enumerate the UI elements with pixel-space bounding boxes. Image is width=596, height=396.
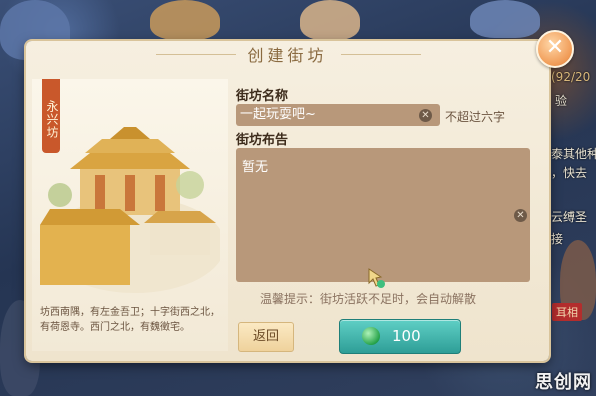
close-button[interactable]: ✕ — [536, 30, 574, 68]
create-neighborhood-dialog: 创建街坊 永兴坊 坊西南隅，有左金吾卫；十字街西之北，有荷恩寺。西门之北，有魏徵… — [26, 41, 549, 361]
background-badge: 耳相 — [552, 303, 582, 321]
dialog-title: 创建街坊 — [247, 46, 328, 65]
clear-icon[interactable]: ✕ — [514, 209, 527, 222]
neighborhood-name-input[interactable]: 一起玩耍吧~ — [236, 104, 440, 126]
background-text: ，快去 — [551, 166, 588, 180]
background-character — [470, 0, 540, 38]
name-length-hint: 不超过六字 — [445, 110, 506, 124]
background-text: 验 — [555, 94, 568, 108]
name-label: 街坊名称 — [236, 89, 289, 104]
background-character — [150, 0, 220, 40]
warm-tip: 温馨提示：街坊活跃不足时，会自动解散 — [260, 292, 477, 306]
pointer-cursor-icon — [368, 268, 385, 288]
notice-textarea[interactable]: 暂无 — [236, 148, 530, 282]
clear-icon[interactable]: ✕ — [419, 109, 432, 122]
watermark: 思创网 — [535, 372, 592, 393]
district-description: 坊西南隅，有左金吾卫；十字街西之北，有荷恩寺。西门之北，有魏徵宅。 — [40, 307, 220, 333]
create-button[interactable]: 100 — [339, 319, 461, 354]
jade-coin-icon — [362, 327, 380, 345]
background-text: 接 — [551, 232, 564, 246]
background-text: 云缚圣 — [551, 210, 588, 224]
notice-label: 街坊布告 — [236, 133, 289, 148]
create-cost: 100 — [392, 327, 421, 345]
district-illustration — [40, 127, 220, 293]
background-character — [300, 0, 360, 40]
background-text: (92/20 — [551, 70, 591, 84]
close-icon: ✕ — [545, 35, 565, 60]
district-info-panel: 永兴坊 坊西南隅，有左金吾卫；十字街西之北，有荷恩寺。西门之北，有魏徵宅。 — [32, 79, 228, 351]
background-text: 泰其他种 — [551, 147, 596, 161]
notice-text: 暂无 — [242, 160, 269, 175]
back-button[interactable]: 返回 — [238, 322, 294, 352]
